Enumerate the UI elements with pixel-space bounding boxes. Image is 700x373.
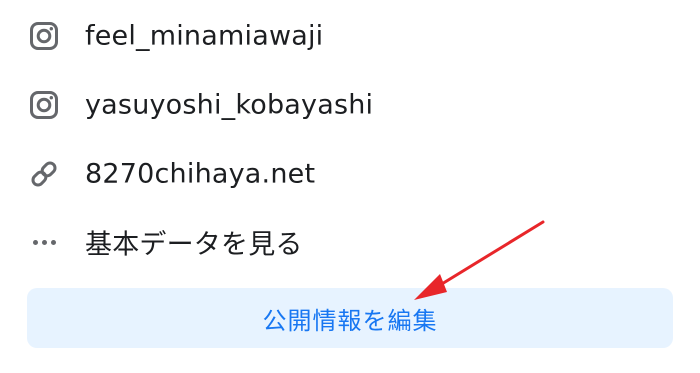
- see-about-info-row[interactable]: 基本データを見る: [0, 212, 700, 272]
- see-about-info-label[interactable]: 基本データを見る: [85, 223, 303, 262]
- instagram-link-row-2[interactable]: yasuyoshi_kobayashi: [0, 75, 700, 135]
- instagram-link-row-1[interactable]: feel_minamiawaji: [0, 6, 700, 66]
- link-icon: [26, 156, 62, 192]
- instagram-icon: [26, 18, 62, 54]
- profile-intro-section: feel_minamiawaji yasuyoshi_kobayashi 827…: [0, 0, 700, 373]
- more-dots-icon: [26, 224, 62, 260]
- edit-public-details-label: 公開情報を編集: [262, 306, 438, 335]
- instagram-username[interactable]: yasuyoshi_kobayashi: [85, 90, 373, 121]
- website-link-row[interactable]: 8270chihaya.net: [0, 144, 700, 204]
- instagram-username[interactable]: feel_minamiawaji: [85, 21, 323, 52]
- instagram-icon: [26, 87, 62, 123]
- edit-public-details-button[interactable]: 公開情報を編集: [27, 288, 673, 348]
- website-url[interactable]: 8270chihaya.net: [85, 159, 315, 190]
